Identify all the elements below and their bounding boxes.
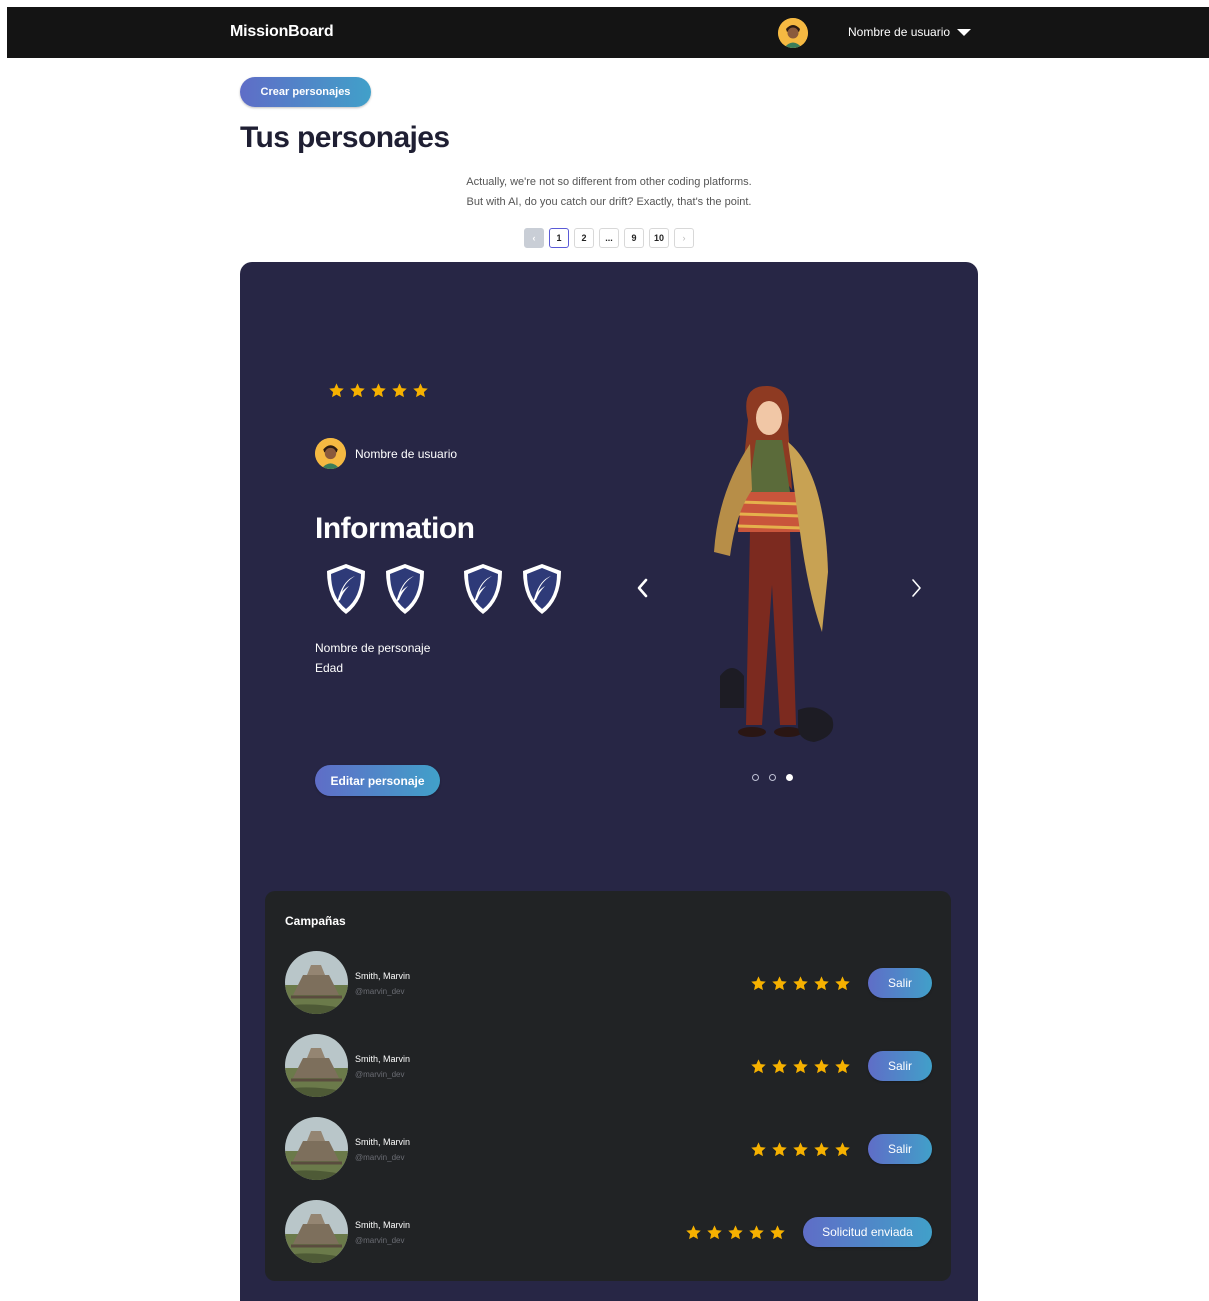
chevron-right-icon[interactable] <box>908 575 926 601</box>
pagination-next-button[interactable]: › <box>674 228 694 248</box>
star-icon <box>751 976 766 991</box>
star-icon <box>350 383 365 398</box>
campaign-row: Smith, Marvin @marvin_dev Salir <box>285 1034 933 1098</box>
star-icon <box>686 1225 701 1240</box>
campaign-handle: @marvin_dev <box>355 1070 405 1079</box>
quill-shield-icon <box>523 564 561 614</box>
campaign-row: Smith, Marvin @marvin_dev Solicitud envi… <box>285 1200 933 1264</box>
character-card: Nombre de usuario Information Nombre de … <box>240 262 978 1301</box>
pagination-page-10[interactable]: 10 <box>649 228 669 248</box>
brand-logo[interactable]: MissionBoard <box>230 23 334 41</box>
star-icon <box>749 1225 764 1240</box>
star-icon <box>413 383 428 398</box>
campaign-handle: @marvin_dev <box>355 1153 405 1162</box>
campaign-handle: @marvin_dev <box>355 987 405 996</box>
campaign-rating <box>750 1058 851 1075</box>
star-icon <box>751 1059 766 1074</box>
star-icon <box>835 1142 850 1157</box>
star-icon <box>772 976 787 991</box>
campaign-row: Smith, Marvin @marvin_dev Salir <box>285 951 933 1015</box>
top-navbar: MissionBoard Nombre de usuario <box>7 7 1209 58</box>
owner-name: Nombre de usuario <box>355 447 458 461</box>
campaign-rating <box>750 975 851 992</box>
carousel-indicators <box>752 774 793 781</box>
star-icon <box>814 1142 829 1157</box>
pagination-page-1[interactable]: 1 <box>549 228 569 248</box>
campaign-image <box>285 1034 348 1097</box>
create-characters-button[interactable]: Crear personajes <box>240 77 371 107</box>
edit-character-button[interactable]: Editar personaje <box>315 765 440 796</box>
pagination-page-2[interactable]: 2 <box>574 228 594 248</box>
campaign-handle: @marvin_dev <box>355 1236 405 1245</box>
campaign-name: Smith, Marvin <box>355 1220 411 1230</box>
page: MissionBoard Nombre de usuario Crear per… <box>0 0 1209 1301</box>
campaigns-heading: Campañas <box>285 914 346 928</box>
badge-list <box>324 562 574 618</box>
leave-campaign-button[interactable]: Salir <box>868 1051 932 1081</box>
campaign-image <box>285 951 348 1014</box>
carousel-dot[interactable] <box>769 774 776 781</box>
leave-campaign-button[interactable]: Salir <box>868 1134 932 1164</box>
campaign-image <box>285 1117 348 1180</box>
character-rating <box>328 382 429 399</box>
star-icon <box>329 383 344 398</box>
chevron-left-icon[interactable] <box>633 575 651 601</box>
page-subtitle-line-2: But with AI, do you catch our drift? Exa… <box>466 196 752 208</box>
campaigns-panel: Campañas Smith, Marvin @marvin_dev Salir… <box>265 891 951 1281</box>
request-sent-button[interactable]: Solicitud enviada <box>803 1217 932 1247</box>
star-icon <box>814 976 829 991</box>
star-icon <box>371 383 386 398</box>
campaign-rating <box>750 1141 851 1158</box>
character-illustration <box>714 385 834 742</box>
campaign-row: Smith, Marvin @marvin_dev Salir <box>285 1117 933 1181</box>
campaign-name: Smith, Marvin <box>355 1137 411 1147</box>
information-heading: Information <box>315 512 475 545</box>
chevron-down-icon[interactable] <box>957 29 971 36</box>
star-icon <box>835 976 850 991</box>
star-icon <box>751 1142 766 1157</box>
star-icon <box>772 1142 787 1157</box>
star-icon <box>835 1059 850 1074</box>
user-avatar[interactable] <box>778 18 808 48</box>
star-icon <box>793 1059 808 1074</box>
star-icon <box>772 1059 787 1074</box>
star-icon <box>793 1142 808 1157</box>
star-icon <box>814 1059 829 1074</box>
character-age-label: Edad <box>315 661 344 675</box>
page-subtitle-line-1: Actually, we're not so different from ot… <box>466 176 752 188</box>
user-name[interactable]: Nombre de usuario <box>848 25 950 39</box>
campaign-name: Smith, Marvin <box>355 971 411 981</box>
quill-shield-icon <box>327 564 365 614</box>
campaign-name: Smith, Marvin <box>355 1054 411 1064</box>
page-title: Tus personajes <box>240 121 450 154</box>
star-icon <box>793 976 808 991</box>
campaign-rating <box>685 1224 786 1241</box>
carousel-dot[interactable] <box>752 774 759 781</box>
owner-avatar <box>315 438 346 469</box>
star-icon <box>728 1225 743 1240</box>
pagination-page-9[interactable]: 9 <box>624 228 644 248</box>
star-icon <box>707 1225 722 1240</box>
campaign-image <box>285 1200 348 1263</box>
carousel-dot-active[interactable] <box>786 774 793 781</box>
star-icon <box>770 1225 785 1240</box>
pagination-prev-button[interactable]: ‹ <box>524 228 544 248</box>
leave-campaign-button[interactable]: Salir <box>868 968 932 998</box>
quill-shield-icon <box>386 564 424 614</box>
pagination-ellipsis[interactable]: ... <box>599 228 619 248</box>
quill-shield-icon <box>464 564 502 614</box>
star-icon <box>392 383 407 398</box>
character-name-label: Nombre de personaje <box>315 641 431 655</box>
